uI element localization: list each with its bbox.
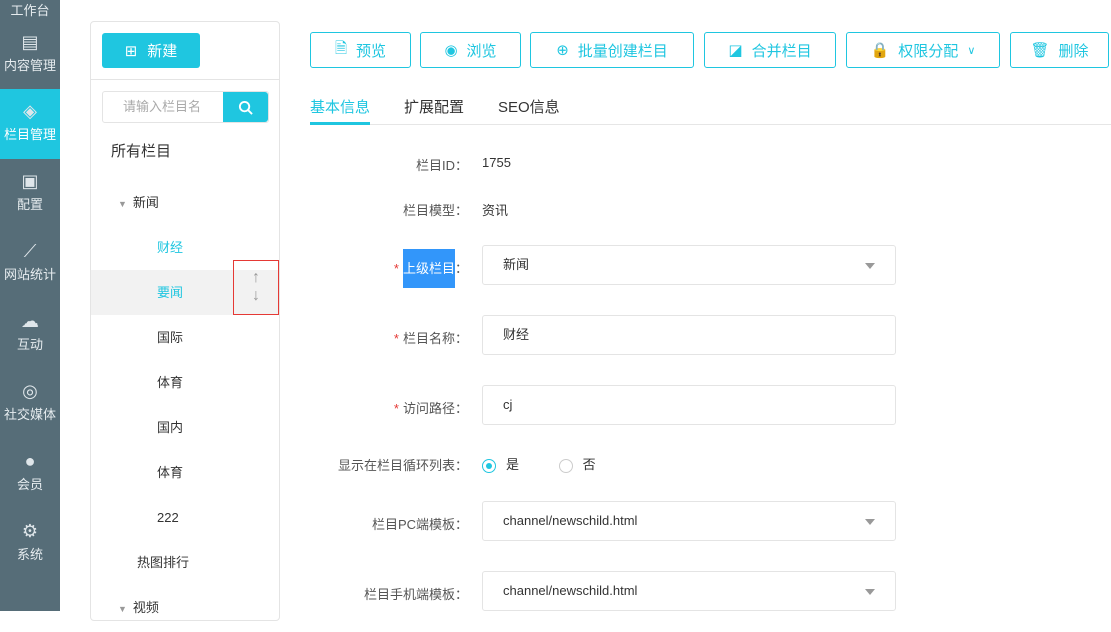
merge-button[interactable]: ◪ 合并栏目	[704, 32, 836, 68]
search-icon	[238, 100, 253, 115]
nav-members[interactable]: ● 会员	[0, 439, 60, 509]
show-in-loop-label: 显示在栏目循环列表：	[337, 458, 468, 473]
eye-icon: ◉	[444, 42, 458, 59]
nav-columns[interactable]: ◈ 栏目管理	[0, 89, 60, 159]
parent-column-select[interactable]: 新闻	[482, 245, 896, 285]
column-model-label: 栏目模型：	[402, 203, 468, 218]
radio-checked-icon	[482, 458, 496, 473]
access-path-label: * 访问路径：	[393, 401, 468, 416]
column-id-value: 1755	[482, 155, 511, 170]
browse-button[interactable]: ◉ 浏览	[420, 32, 521, 68]
new-column-button[interactable]: ⊞ 新建	[102, 33, 200, 68]
tree-node[interactable]: 热图排行	[91, 540, 279, 585]
column-id-label: 栏目ID：	[415, 158, 468, 173]
mobile-template-select[interactable]: channel/newschild.html	[482, 571, 896, 611]
pc-template-select[interactable]: channel/newschild.html	[482, 501, 896, 541]
caret-down-icon: ▼	[118, 604, 127, 614]
column-name-label: * 栏目名称：	[393, 331, 468, 346]
tab-seo-info[interactable]: SEO信息	[498, 96, 560, 117]
mobile-template-label: 栏目手机端模板：	[363, 587, 468, 602]
caret-down-icon	[865, 519, 875, 525]
parent-column-label: * 上级栏目：	[168, 249, 468, 288]
sidebar: ⌂工作台 ▤内容管理 ◈栏目管理 ▣配置 ⟋网站统计 ☁互动 ◎社交媒体 ●会员…	[0, 0, 60, 611]
arrow-down-icon: ↓	[252, 287, 260, 304]
batch-create-button[interactable]: ⊕ 批量创建栏目	[530, 32, 694, 68]
user-icon: ●	[24, 451, 36, 471]
document-icon: ▤	[21, 32, 39, 52]
nav-system[interactable]: ⚙ 系统	[0, 509, 60, 579]
layers-icon: ◈	[23, 101, 37, 121]
permissions-dropdown[interactable]: 🔒 权限分配 ∨	[846, 32, 1000, 68]
delete-button[interactable]: 🗑 删除	[1010, 32, 1109, 68]
preview-button[interactable]: 🗎 预览	[310, 32, 411, 68]
search-input[interactable]: 请输入栏目名	[103, 92, 223, 122]
trash-icon: 🗑	[1030, 42, 1050, 59]
pc-template-label: 栏目PC端模板：	[371, 517, 468, 532]
chat-icon: ☁	[21, 311, 39, 331]
preview-icon: 🗎	[334, 39, 348, 57]
add-icon: ⊕	[556, 42, 569, 59]
gear-icon: ⚙	[21, 521, 39, 541]
caret-down-icon	[865, 263, 875, 269]
cube-icon: ▣	[21, 171, 39, 191]
show-in-loop-radio-group: 是 否	[482, 454, 596, 473]
chart-icon: ⟋	[23, 241, 37, 261]
radio-no[interactable]: 否	[558, 457, 596, 473]
search-button[interactable]	[223, 92, 268, 122]
nav-interact[interactable]: ☁ 互动	[0, 299, 60, 369]
column-model-value: 资讯	[482, 203, 509, 218]
nav-content[interactable]: ▤ 内容管理	[0, 20, 60, 90]
caret-down-icon: ▼	[118, 199, 127, 209]
divider	[91, 79, 279, 80]
access-path-input[interactable]: cj	[482, 385, 896, 425]
tab-divider	[310, 124, 1111, 125]
tab-basic-info[interactable]: 基本信息	[310, 96, 370, 117]
column-search: 请输入栏目名	[102, 91, 269, 123]
add-icon: ⊞	[124, 42, 138, 60]
caret-down-icon	[865, 589, 875, 595]
nav-stats[interactable]: ⟋ 网站统计	[0, 229, 60, 299]
merge-icon: ◪	[728, 42, 743, 59]
radio-yes[interactable]: 是	[482, 457, 519, 473]
active-tab-indicator	[310, 122, 370, 125]
column-name-input[interactable]: 财经	[482, 315, 896, 355]
nav-social[interactable]: ◎ 社交媒体	[0, 369, 60, 439]
target-icon: ◎	[22, 381, 38, 401]
nav-config[interactable]: ▣ 配置	[0, 159, 60, 229]
lock-icon: 🔒	[870, 42, 890, 59]
chevron-down-icon: ∨	[967, 44, 976, 57]
radio-unchecked-icon	[558, 458, 573, 473]
tab-extended-config[interactable]: 扩展配置	[404, 96, 464, 117]
